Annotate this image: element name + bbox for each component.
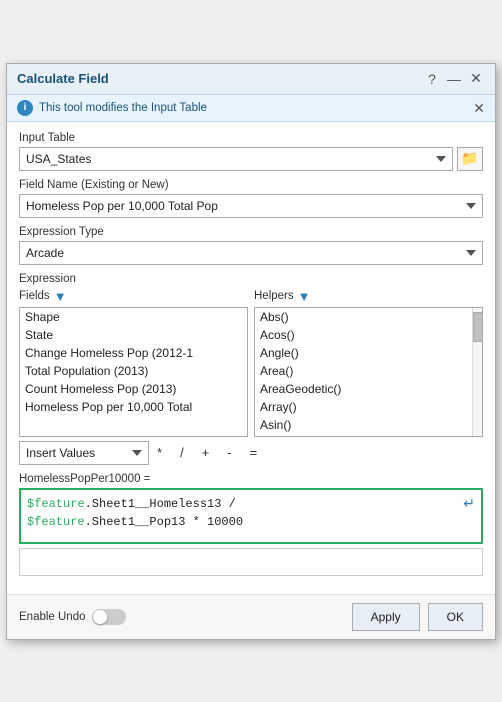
helpers-col: Helpers ▼ Abs() Acos() Angle() Area() Ar… (254, 289, 483, 437)
helpers-filter-icon[interactable]: ▼ (298, 289, 311, 304)
field-name-label: Field Name (Existing or New) (19, 179, 483, 191)
expr-extra-box (19, 548, 483, 576)
folder-button[interactable]: 📁 (457, 147, 483, 171)
return-icon[interactable]: ↵ (463, 495, 475, 512)
expr-code-black-2: .Sheet1__Pop13 * 10000 (85, 515, 243, 529)
list-item[interactable]: Change Homeless Pop (2012-1 (20, 344, 247, 362)
enable-undo-group: Enable Undo (19, 609, 126, 625)
fields-label: Fields (19, 290, 50, 302)
ok-button[interactable]: OK (428, 603, 483, 631)
list-item[interactable]: Atan() (255, 434, 470, 437)
helpers-listbox[interactable]: Abs() Acos() Angle() Area() AreaGeodetic… (254, 307, 483, 437)
operators-row: * / + - = (153, 443, 483, 462)
calculate-field-dialog: Calculate Field ? — ✕ i This tool modifi… (6, 63, 496, 640)
close-icon[interactable]: ✕ (467, 70, 485, 88)
title-icons: ? — ✕ (423, 70, 485, 88)
list-item[interactable]: Total Population (2013) (20, 362, 247, 380)
list-item[interactable]: AreaGeodetic() (255, 380, 470, 398)
dialog-content: Input Table USA_States 📁 Field Name (Exi… (7, 122, 495, 594)
helpers-scrollbar[interactable] (472, 308, 482, 436)
info-close-icon[interactable]: ✕ (473, 101, 485, 115)
info-bar: i This tool modifies the Input Table ✕ (7, 95, 495, 122)
plus-operator[interactable]: + (198, 443, 214, 462)
list-item[interactable]: State (20, 326, 247, 344)
expression-type-group: Expression Type Arcade (19, 226, 483, 265)
apply-button[interactable]: Apply (352, 603, 420, 631)
multiply-operator[interactable]: * (153, 443, 166, 462)
expr-code-green-1: $feature (27, 497, 85, 511)
insert-values-dropdown[interactable]: Insert Values (19, 441, 149, 465)
expression-label: Expression (19, 273, 483, 285)
expression-code-box[interactable]: $feature.Sheet1__Homeless13 / $feature.S… (19, 488, 483, 544)
list-item[interactable]: Angle() (255, 344, 470, 362)
helpers-label: Helpers (254, 290, 294, 302)
insert-values-row: Insert Values * / + - = (19, 441, 483, 465)
enable-undo-toggle[interactable] (92, 609, 126, 625)
fields-filter-icon[interactable]: ▼ (54, 289, 67, 304)
enable-undo-label: Enable Undo (19, 611, 86, 623)
input-table-group: Input Table USA_States 📁 (19, 132, 483, 171)
toggle-knob (93, 610, 107, 624)
expression-section: Expression Fields ▼ Shape State Change H… (19, 273, 483, 576)
list-item[interactable]: Abs() (255, 308, 470, 326)
list-item[interactable]: Count Homeless Pop (2013) (20, 380, 247, 398)
info-bar-left: i This tool modifies the Input Table (17, 100, 207, 116)
expr-code-black-1: .Sheet1__Homeless13 / (85, 497, 236, 511)
expression-type-dropdown[interactable]: Arcade (19, 241, 483, 265)
equals-operator[interactable]: = (246, 443, 262, 462)
fields-header: Fields ▼ (19, 289, 248, 304)
info-message: This tool modifies the Input Table (39, 102, 207, 114)
expr-line-2: $feature.Sheet1__Pop13 * 10000 (27, 513, 475, 531)
list-item[interactable]: Shape (20, 308, 247, 326)
fields-col: Fields ▼ Shape State Change Homeless Pop… (19, 289, 248, 437)
bottom-bar: Enable Undo Apply OK (7, 594, 495, 639)
fields-helpers-row: Fields ▼ Shape State Change Homeless Pop… (19, 289, 483, 437)
list-item[interactable]: Homeless Pop per 10,000 Total (20, 398, 247, 416)
helpers-scrollbar-thumb (473, 312, 483, 342)
dialog-title: Calculate Field (17, 71, 109, 86)
info-icon: i (17, 100, 33, 116)
input-table-label: Input Table (19, 132, 483, 144)
expr-code-green-2: $feature (27, 515, 85, 529)
title-bar-left: Calculate Field (17, 71, 109, 86)
fields-listbox[interactable]: Shape State Change Homeless Pop (2012-1 … (19, 307, 248, 437)
helpers-header: Helpers ▼ (254, 289, 483, 304)
list-item[interactable]: Array() (255, 398, 470, 416)
input-table-dropdown[interactable]: USA_States (19, 147, 453, 171)
divide-operator[interactable]: / (176, 443, 188, 462)
expr-line-1: $feature.Sheet1__Homeless13 / (27, 495, 475, 513)
expr-variable-label: HomelessPopPer10000 = (19, 473, 483, 485)
helpers-list-inner: Abs() Acos() Angle() Area() AreaGeodetic… (255, 308, 470, 437)
field-name-group: Field Name (Existing or New) Homeless Po… (19, 179, 483, 218)
title-bar: Calculate Field ? — ✕ (7, 64, 495, 95)
list-item[interactable]: Asin() (255, 416, 470, 434)
field-name-dropdown[interactable]: Homeless Pop per 10,000 Total Pop (19, 194, 483, 218)
minus-operator[interactable]: - (223, 443, 235, 462)
minimize-icon[interactable]: — (445, 70, 463, 88)
input-table-row: USA_States 📁 (19, 147, 483, 171)
list-item[interactable]: Area() (255, 362, 470, 380)
expression-type-label: Expression Type (19, 226, 483, 238)
help-icon[interactable]: ? (423, 70, 441, 88)
list-item[interactable]: Acos() (255, 326, 470, 344)
